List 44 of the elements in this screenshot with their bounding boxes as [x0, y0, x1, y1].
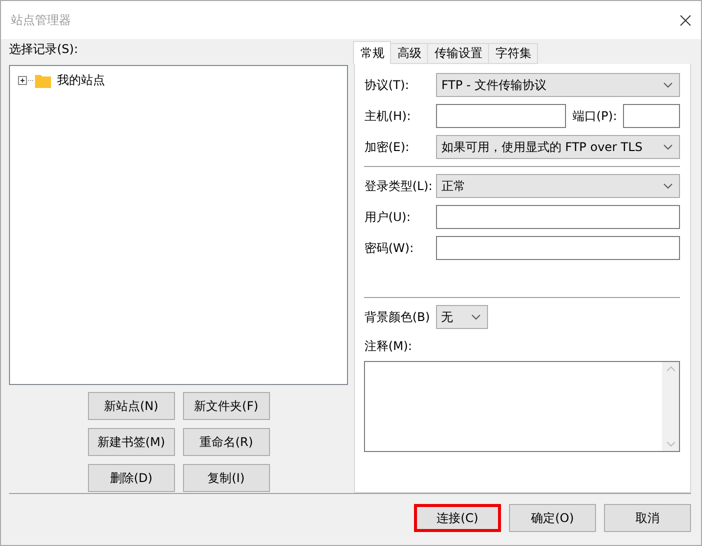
dropdown[interactable]: FTP - 文件传输协议: [436, 73, 680, 97]
field-label: 加密(E):: [364, 138, 410, 156]
user-field[interactable]: [436, 205, 680, 229]
dialog-button[interactable]: 连接(C): [414, 504, 501, 532]
entry-button[interactable]: 新文件夹(F): [182, 392, 270, 420]
tab[interactable]: 传输设置: [427, 43, 490, 64]
chevron-down-icon: [663, 183, 673, 189]
entry-button[interactable]: 新站点(N): [88, 392, 175, 420]
window-title: 站点管理器: [11, 12, 71, 28]
host-field[interactable]: [436, 104, 566, 128]
entry-button[interactable]: 新建书签(M): [88, 428, 175, 456]
scroll-up-icon: [666, 366, 676, 372]
scrollbar[interactable]: [662, 362, 679, 451]
tab[interactable]: 常规: [353, 41, 392, 64]
dropdown[interactable]: 如果可用，使用显式的 FTP over TLS: [436, 135, 680, 159]
entry-button[interactable]: 重命名(R): [182, 428, 270, 456]
chevron-down-icon: [663, 82, 673, 88]
expand-icon[interactable]: [18, 76, 33, 85]
field-label: 密码(W):: [364, 240, 415, 256]
dialog-button[interactable]: 取消: [604, 504, 691, 532]
dropdown[interactable]: 正常: [436, 174, 680, 198]
field-label: 主机(H):: [364, 108, 412, 124]
folder-icon: [35, 74, 51, 88]
tree-item[interactable]: 我的站点: [57, 72, 105, 89]
chevron-down-icon: [663, 144, 673, 150]
scroll-down-icon: [666, 441, 676, 447]
password-field[interactable]: [436, 236, 680, 260]
entry-button[interactable]: 删除(D): [88, 464, 175, 492]
field-label: 注释(M):: [364, 339, 412, 353]
tree-label: 选择记录(S):: [9, 41, 80, 58]
comments-field[interactable]: [364, 361, 680, 452]
field-label: 用户(U):: [364, 208, 412, 226]
port-field[interactable]: [623, 104, 680, 128]
tab[interactable]: 高级: [390, 43, 428, 64]
field-label: 协议(T):: [364, 76, 410, 94]
chevron-down-icon: [470, 314, 481, 320]
dropdown[interactable]: 无: [436, 305, 488, 329]
tab[interactable]: 字符集: [488, 43, 538, 64]
field-label: 端口(P):: [572, 108, 617, 124]
entry-button[interactable]: 复制(I): [182, 464, 270, 492]
close-icon[interactable]: [680, 14, 691, 26]
dialog-button[interactable]: 确定(O): [509, 504, 596, 532]
field-label: 登录类型(L):: [364, 178, 434, 194]
field-label: 背景颜色(B): [364, 308, 430, 326]
